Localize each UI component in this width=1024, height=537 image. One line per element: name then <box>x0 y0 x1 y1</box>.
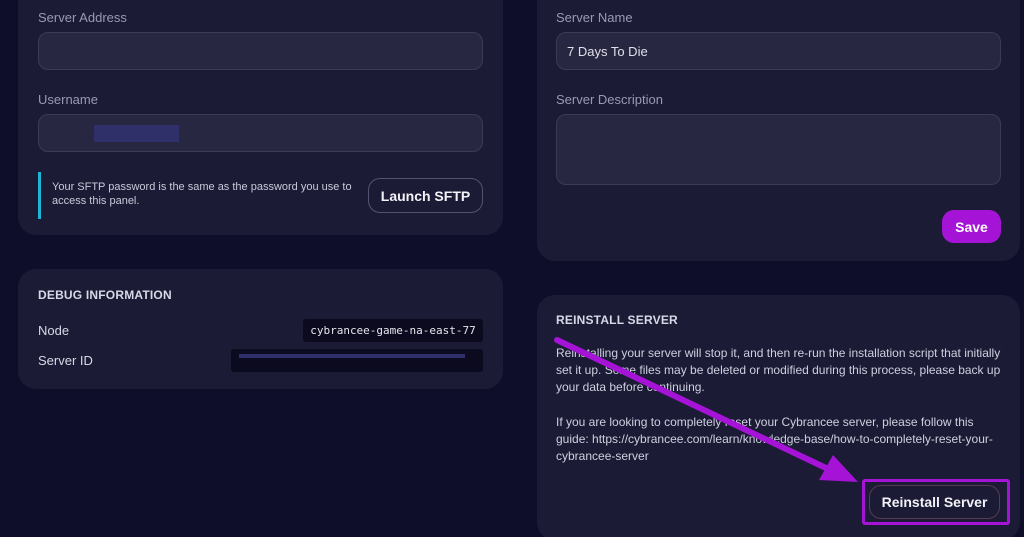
server-address-input[interactable] <box>38 32 483 70</box>
username-redaction <box>94 125 179 142</box>
page: Server Address Username Your SFTP passwo… <box>0 0 1024 537</box>
annotation-highlight-box <box>862 479 1010 525</box>
debug-information-card: DEBUG INFORMATION Node cybrancee-game-na… <box>18 269 503 389</box>
reinstall-guide-text: If you are looking to completely reset y… <box>556 415 993 463</box>
reinstall-title: REINSTALL SERVER <box>556 313 678 327</box>
server-details-card: Server Name 7 Days To Die Server Descrip… <box>537 0 1020 261</box>
server-name-input[interactable]: 7 Days To Die <box>556 32 1001 70</box>
debug-title: DEBUG INFORMATION <box>38 288 172 302</box>
server-description-textarea[interactable] <box>556 114 1001 185</box>
username-input[interactable] <box>38 114 483 152</box>
server-name-value: 7 Days To Die <box>567 43 648 59</box>
sftp-password-note: Your SFTP password is the same as the pa… <box>38 172 358 219</box>
reinstall-description: Reinstalling your server will stop it, a… <box>556 346 1001 394</box>
server-address-label: Server Address <box>38 10 127 25</box>
username-label: Username <box>38 92 98 107</box>
server-id-value <box>231 349 483 372</box>
server-name-label: Server Name <box>556 10 633 25</box>
launch-sftp-button[interactable]: Launch SFTP <box>368 178 483 213</box>
save-button[interactable]: Save <box>942 210 1001 243</box>
server-id-redaction <box>239 354 465 358</box>
server-description-label: Server Description <box>556 92 663 107</box>
node-label: Node <box>38 323 70 338</box>
sftp-details-card: Server Address Username Your SFTP passwo… <box>18 0 503 235</box>
node-value: cybrancee-game-na-east-77 <box>303 319 483 342</box>
server-id-label: Server ID <box>38 353 93 368</box>
